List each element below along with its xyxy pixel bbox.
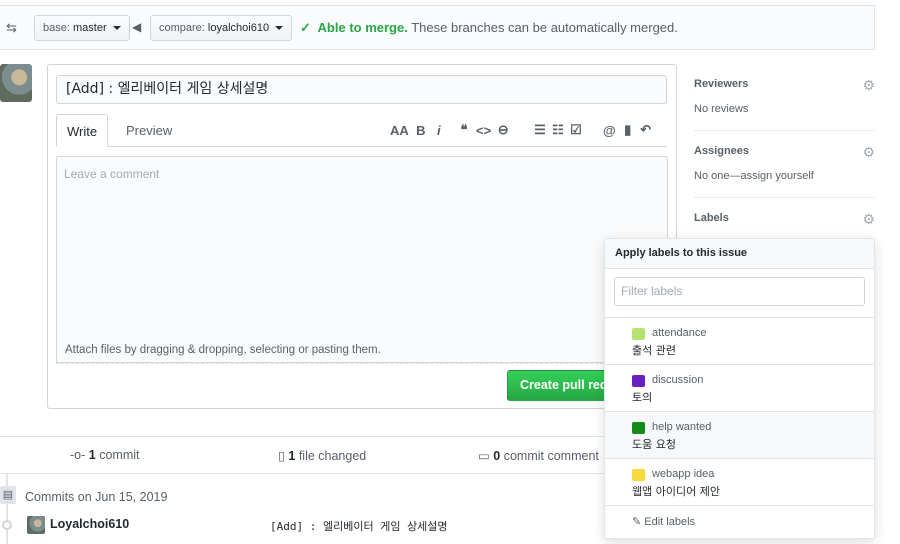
gear-icon[interactable]: ⚙	[862, 145, 875, 159]
label-color-swatch	[632, 469, 645, 481]
compare-branch-value: loyalchoi610	[207, 22, 270, 34]
filter-labels-input[interactable]: Filter labels	[614, 277, 865, 306]
avatar[interactable]	[0, 64, 32, 102]
label-description: 출석 관련	[632, 344, 676, 357]
compare-bar: ⇆ base: master ◀ compare: loyalchoi610 ✓…	[0, 5, 875, 50]
tab-write[interactable]: Write	[56, 114, 109, 147]
compare-branch-select[interactable]: compare: loyalchoi610	[150, 15, 293, 41]
assignees-heading[interactable]: Assignees	[694, 145, 875, 157]
tab-preview[interactable]: Preview	[116, 114, 182, 147]
compare-branch-prefix: compare:	[159, 22, 205, 34]
label-name: webapp idea	[652, 468, 715, 480]
sidebar-assignees: Assignees ⚙ No one—assign yourself	[694, 145, 875, 198]
commit-message[interactable]: [Add] : 엘리베이터 게임 상세설명	[270, 518, 448, 534]
quote-icon[interactable]: ❝	[458, 122, 470, 138]
merge-status-strong: Able to merge.	[317, 20, 408, 35]
numbered-list-icon[interactable]: ☷	[552, 122, 564, 138]
check-icon: ✓	[300, 20, 311, 35]
commits-count: 1	[88, 448, 96, 462]
commit-icon: -o-	[70, 448, 86, 462]
timeline-line	[6, 474, 8, 544]
label-name: attendance	[652, 327, 707, 339]
attach-files-bar[interactable]: Attach files by dragging & dropping, sel…	[56, 337, 668, 363]
commits-label: commit	[99, 448, 140, 462]
commit-dot-icon	[2, 520, 12, 530]
format-toolbar-insert: ❝ <> ⊖	[458, 120, 509, 140]
edit-labels-label: Edit labels	[644, 516, 696, 528]
pencil-icon: ✎	[632, 516, 642, 528]
reviewers-value: No reviews	[694, 103, 749, 115]
italic-icon[interactable]: i	[433, 123, 445, 138]
files-count: 1	[288, 449, 296, 463]
edit-labels-link[interactable]: ✎ Edit labels	[605, 506, 874, 538]
label-color-swatch	[632, 328, 645, 340]
comment-icon: ▭	[478, 449, 490, 463]
label-color-swatch	[632, 422, 645, 434]
gear-icon[interactable]: ⚙	[862, 212, 875, 226]
commit-author-avatar[interactable]	[27, 516, 45, 534]
label-name: discussion	[652, 374, 704, 386]
task-list-icon[interactable]: ☑	[570, 122, 582, 138]
format-toolbar-lists: ☰ ☷ ☑	[534, 120, 582, 140]
base-branch-select[interactable]: base: master	[34, 15, 130, 41]
sidebar-labels: Labels ⚙	[694, 212, 875, 238]
pull-request-form: [Add] : 엘리베이터 게임 상세설명 Write Preview AA B…	[47, 64, 677, 409]
labels-popover-header: Apply labels to this issue	[605, 239, 874, 269]
bookmark-icon[interactable]: ▮	[622, 122, 634, 138]
gear-icon[interactable]: ⚙	[862, 78, 875, 92]
label-description: 웹앱 아이디어 제안	[632, 485, 720, 498]
chevron-down-icon	[275, 26, 284, 31]
bold-icon[interactable]: B	[415, 123, 427, 138]
label-color-swatch	[632, 375, 645, 387]
sidebar-reviewers: Reviewers ⚙ No reviews	[694, 78, 875, 131]
labels-popover: Apply labels to this issue Filter labels…	[604, 238, 875, 539]
header-icon[interactable]: AA	[390, 123, 409, 138]
labels-filter-wrap: Filter labels	[605, 269, 874, 318]
commit-author[interactable]: Loyalchoi610	[50, 517, 129, 531]
base-branch-value: master	[72, 22, 107, 34]
label-item-discussion[interactable]: discussion 토의	[605, 365, 874, 412]
merge-status: ✓ Able to merge. These branches can be a…	[300, 20, 678, 36]
link-icon[interactable]: ⊖	[497, 122, 509, 138]
repo-push-icon: ▤	[0, 486, 16, 504]
comment-textarea[interactable]: Leave a comment	[56, 156, 668, 364]
label-description: 토의	[632, 391, 653, 404]
chevron-down-icon	[112, 26, 121, 31]
commit-comments-tab[interactable]: ▭ 0 commit comment	[478, 448, 599, 463]
code-icon[interactable]: <>	[476, 123, 491, 138]
comments-label: commit comment	[503, 449, 599, 463]
merge-status-text: These branches can be automatically merg…	[411, 20, 678, 35]
format-toolbar-misc: @ ▮ ↶	[603, 120, 652, 140]
files-label: file changed	[298, 449, 367, 463]
label-item-attendance[interactable]: attendance 출석 관련	[605, 318, 874, 365]
mention-icon[interactable]: @	[603, 123, 616, 138]
comments-count: 0	[493, 449, 501, 463]
compare-branches-icon: ⇆	[6, 20, 17, 35]
file-diff-icon: ▯	[278, 449, 285, 463]
label-name: help wanted	[652, 421, 712, 433]
label-item-help-wanted[interactable]: help wanted 도움 요청	[605, 412, 874, 459]
commits-date-heading: Commits on Jun 15, 2019	[25, 490, 168, 504]
commits-count-tab[interactable]: -o- 1 commit	[70, 448, 139, 462]
labels-heading[interactable]: Labels	[694, 212, 875, 224]
reviewers-heading[interactable]: Reviewers	[694, 78, 875, 90]
assignees-value[interactable]: No one—assign yourself	[694, 170, 875, 182]
label-description: 도움 요청	[632, 438, 676, 451]
reply-icon[interactable]: ↶	[640, 122, 652, 138]
format-toolbar-text: AA B i	[390, 120, 445, 140]
label-item-webapp-idea[interactable]: webapp idea 웹앱 아이디어 제안	[605, 459, 874, 506]
title-input[interactable]: [Add] : 엘리베이터 게임 상세설명	[56, 75, 667, 104]
base-branch-prefix: base:	[43, 22, 70, 34]
arrow-left-icon: ◀	[132, 20, 142, 34]
files-changed-tab[interactable]: ▯ 1 file changed	[278, 448, 366, 463]
bulleted-list-icon[interactable]: ☰	[534, 122, 546, 138]
